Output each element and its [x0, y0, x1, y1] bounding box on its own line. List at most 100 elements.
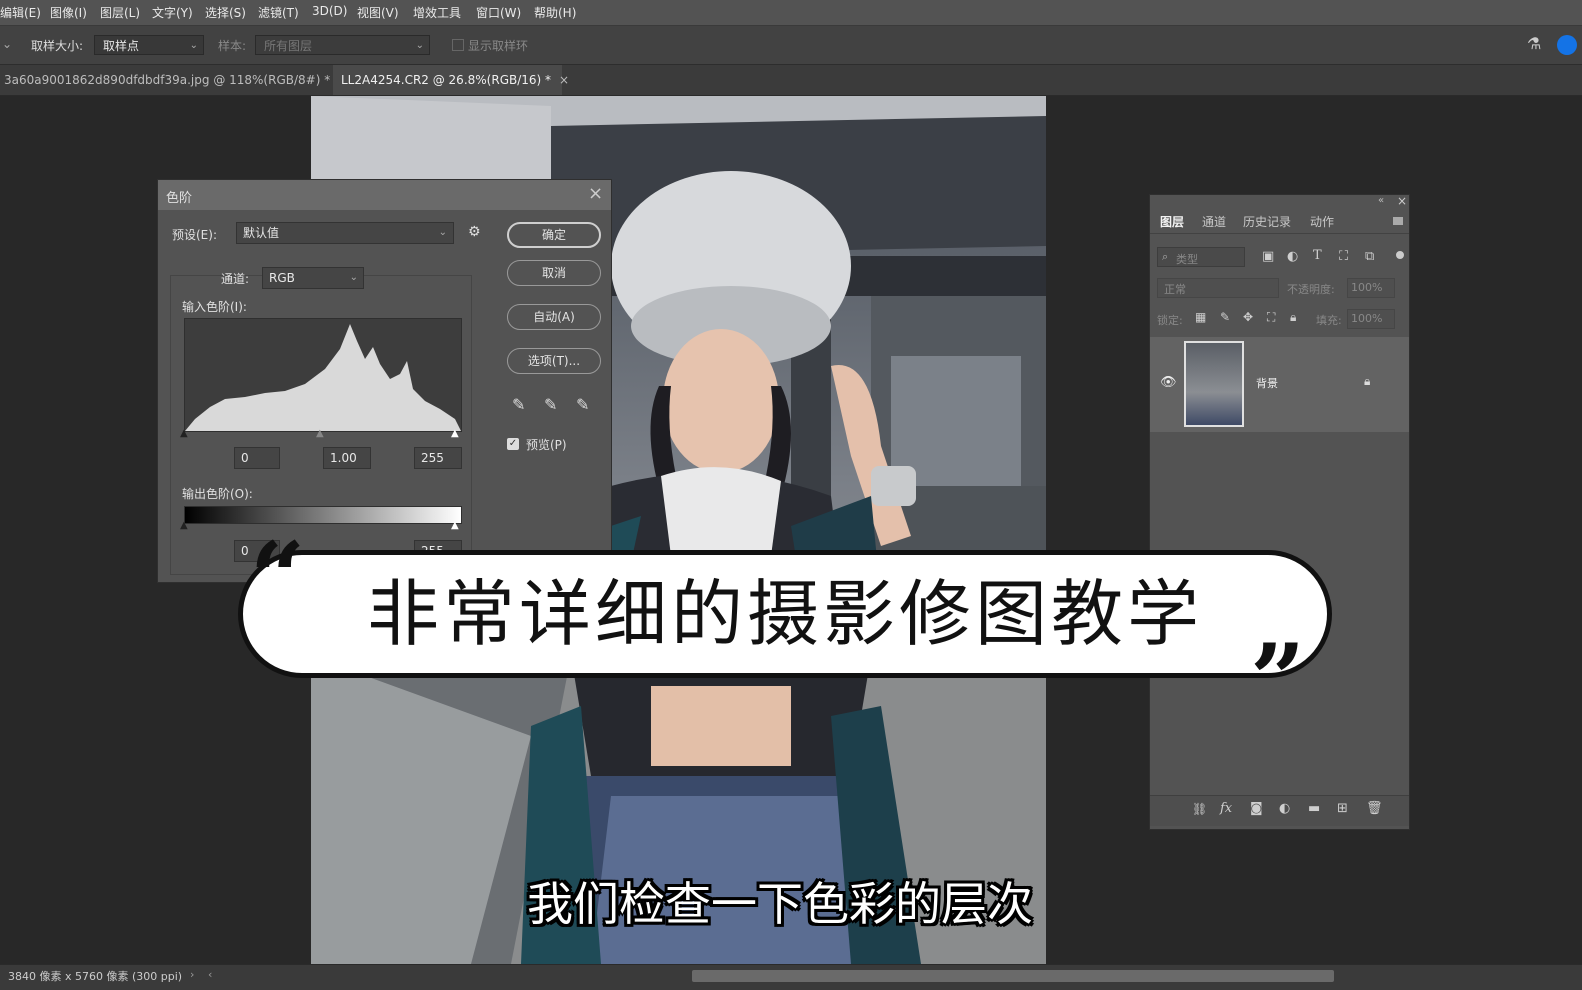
menu-select[interactable]: 选择(S) [205, 4, 246, 21]
sample-size-value: 取样点 [103, 39, 140, 53]
auto-label: 自动(A) [533, 310, 575, 324]
cancel-label: 取消 [541, 266, 566, 280]
fill-field[interactable]: 100% [1347, 309, 1395, 329]
close-icon[interactable]: × [559, 73, 569, 87]
menu-3d[interactable]: 3D(D) [312, 4, 347, 18]
input-black-slider[interactable]: ▲ [180, 428, 188, 439]
preset-label: 预设(E): [172, 228, 217, 242]
filter-smart-object-icon[interactable]: ⧉ [1365, 249, 1374, 264]
histogram [184, 318, 462, 432]
lock-transparent-icon[interactable]: ▦ [1195, 310, 1206, 324]
link-icon[interactable]: ⛓ [1192, 802, 1207, 816]
tab-document-1[interactable]: 3a60a9001862d890dfdbdf39a.jpg @ 118%(RGB… [0, 65, 348, 95]
folder-icon[interactable]: ▬ [1308, 801, 1320, 816]
layer-row-background[interactable]: 👁︎ 背景 🔒︎ [1150, 337, 1409, 432]
menu-window[interactable]: 窗口(W) [476, 4, 521, 21]
sample-size-label: 取样大小: [31, 39, 84, 53]
tab-actions[interactable]: 动作 [1310, 213, 1334, 230]
ok-button[interactable]: 确定 [507, 222, 601, 248]
cancel-button[interactable]: 取消 [507, 260, 601, 286]
collapse-icon[interactable]: « [1378, 195, 1384, 206]
chevron-down-icon: ⌄ [415, 40, 424, 51]
menu-type[interactable]: 文字(Y) [152, 4, 193, 21]
auto-button[interactable]: 自动(A) [507, 304, 601, 330]
horizontal-scrollbar[interactable] [692, 970, 1334, 982]
input-gamma-slider[interactable]: ▲ [316, 428, 324, 439]
filter-adjustment-icon[interactable]: ◐ [1287, 249, 1298, 264]
input-white-field[interactable]: 255 [414, 447, 462, 469]
fill-label: 填充: [1316, 314, 1342, 327]
input-black-value: 0 [241, 451, 249, 465]
gear-icon[interactable]: ⚙ [468, 224, 481, 240]
blend-mode-select[interactable]: 正常 [1157, 278, 1279, 298]
show-ring-label: 显示取样环 [468, 39, 529, 53]
menu-plugins[interactable]: 增效工具 [413, 4, 461, 21]
close-icon[interactable]: × [588, 183, 603, 204]
chevron-right-icon[interactable]: › [190, 968, 194, 981]
filter-image-icon[interactable]: ▣ [1262, 249, 1274, 264]
white-eyedropper-icon[interactable]: ✎ [576, 395, 589, 414]
video-subtitle: 我们检查一下色彩的层次 [527, 877, 1033, 931]
menu-edit[interactable]: 编辑(E) [0, 4, 41, 21]
options-bar: ⌄ 取样大小: 取样点 ⌄ 样本: 所有图层 ⌄ 显示取样环 ⚗ [0, 26, 1582, 65]
share-button[interactable] [1557, 35, 1577, 55]
lock-pixels-icon[interactable]: ✎ [1220, 310, 1230, 324]
filter-toggle[interactable] [1396, 251, 1404, 259]
blend-mode-value: 正常 [1164, 283, 1186, 296]
preset-select[interactable]: 默认值 ⌄ [236, 222, 454, 244]
lock-all-icon[interactable]: 🔒︎ [1290, 310, 1296, 325]
document-tab-bar: 3a60a9001862d890dfdbdf39a.jpg @ 118%(RGB… [0, 65, 1582, 96]
fx-icon[interactable]: fx [1220, 801, 1232, 816]
menu-image[interactable]: 图像(I) [50, 4, 87, 21]
input-gamma-field[interactable]: 1.00 [323, 447, 371, 469]
channel-select[interactable]: RGB ⌄ [262, 267, 364, 289]
show-ring-checkbox[interactable] [452, 39, 464, 51]
channel-value: RGB [269, 271, 295, 285]
opacity-label: 不透明度: [1287, 283, 1335, 296]
tool-preset-chevron-icon[interactable]: ⌄ [2, 37, 12, 51]
trash-icon[interactable]: 🗑︎ [1366, 801, 1383, 816]
close-quote-icon: ” [1250, 623, 1306, 736]
new-layer-icon[interactable]: ⊞ [1337, 801, 1348, 816]
output-white-slider[interactable]: ▲ [451, 520, 459, 531]
fill-value: 100% [1351, 312, 1383, 325]
options-button[interactable]: 选项(T)... [507, 348, 601, 374]
mask-icon[interactable]: ◙ [1250, 801, 1263, 816]
tab-layers[interactable]: 图层 [1160, 213, 1184, 230]
tab-history[interactable]: 历史记录 [1243, 213, 1291, 230]
filter-text-icon[interactable]: T [1313, 248, 1322, 263]
tab-channels[interactable]: 通道 [1202, 213, 1226, 230]
menu-filter[interactable]: 滤镜(T) [258, 4, 299, 21]
channel-label: 通道: [221, 272, 250, 286]
menu-bar: 编辑(E) 图像(I) 图层(L) 文字(Y) 选择(S) 滤镜(T) 3D(D… [0, 0, 1582, 26]
close-icon[interactable]: × [1397, 194, 1407, 208]
menu-layer[interactable]: 图层(L) [100, 4, 140, 21]
filter-shape-icon[interactable]: ⛶ [1339, 249, 1348, 264]
status-bar: 3840 像素 x 5760 像素 (300 ppi) › ‹ [0, 964, 1582, 990]
eye-icon[interactable]: 👁︎ [1160, 375, 1177, 390]
preview-checkbox[interactable]: ✓ [507, 438, 519, 450]
menu-view[interactable]: 视图(V) [357, 4, 399, 21]
sample-select[interactable]: 所有图层 ⌄ [255, 35, 430, 55]
sample-size-select[interactable]: 取样点 ⌄ [94, 35, 204, 55]
tab-document-2[interactable]: LL2A4254.CR2 @ 26.8%(RGB/16) * × [333, 65, 569, 95]
adjustment-layer-icon[interactable]: ◐ [1279, 801, 1290, 816]
chevron-down-icon: ⌄ [438, 227, 447, 238]
output-black-slider[interactable]: ▲ [180, 520, 188, 531]
menu-help[interactable]: 帮助(H) [534, 4, 576, 21]
input-black-field[interactable]: 0 [234, 447, 280, 469]
layer-name[interactable]: 背景 [1256, 375, 1278, 391]
layers-footer: ⛓ fx ◙ ◐ ▬ ⊞ 🗑︎ [1150, 795, 1409, 826]
lock-position-icon[interactable]: ✥ [1243, 310, 1253, 324]
dialog-titlebar[interactable]: 色阶 × [158, 180, 611, 210]
lock-artboard-icon[interactable]: ⛶ [1267, 310, 1275, 325]
layer-filter-select[interactable]: ⌕ 类型 [1157, 247, 1245, 267]
opacity-field[interactable]: 100% [1347, 278, 1395, 298]
scroll-left-icon[interactable]: ‹ [208, 968, 212, 981]
gray-eyedropper-icon[interactable]: ✎ [544, 395, 557, 414]
lock-label: 锁定: [1157, 314, 1183, 327]
panel-menu-icon[interactable] [1393, 217, 1403, 225]
flask-icon[interactable]: ⚗ [1527, 34, 1541, 53]
input-white-slider[interactable]: ▲ [451, 428, 459, 439]
black-eyedropper-icon[interactable]: ✎ [512, 395, 525, 414]
